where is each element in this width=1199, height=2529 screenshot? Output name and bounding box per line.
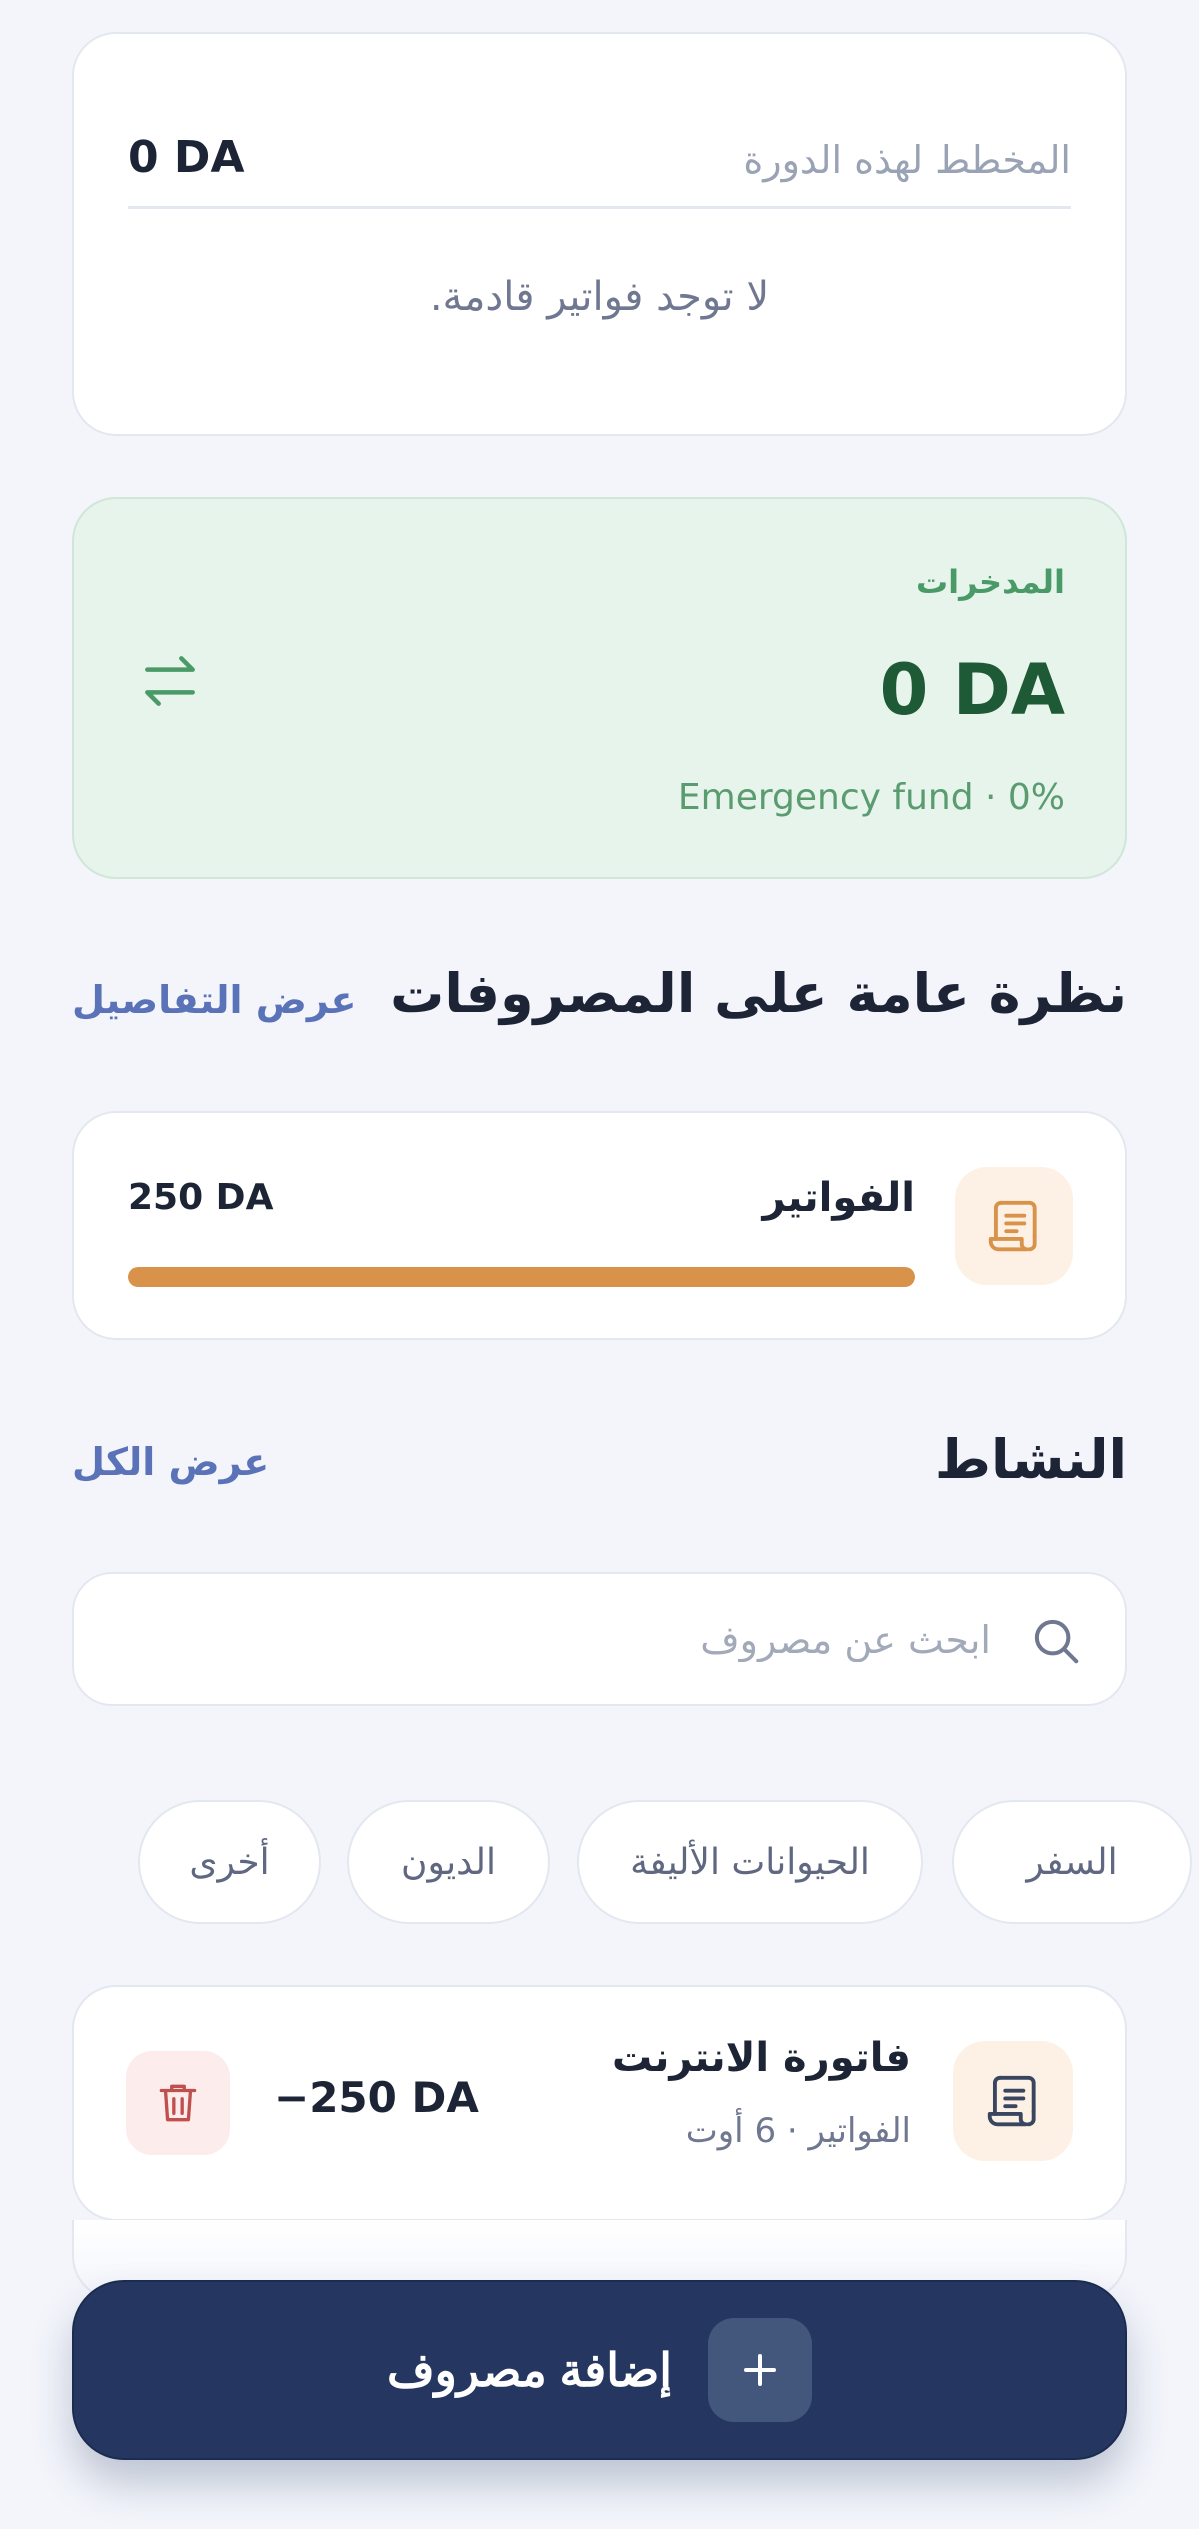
search-input[interactable] bbox=[114, 1604, 991, 1676]
transaction-amount: −250 DA bbox=[274, 2073, 479, 2122]
category-progress-bar bbox=[128, 1267, 915, 1287]
category-icon-box bbox=[955, 1167, 1073, 1285]
category-name: الفواتير bbox=[762, 1175, 915, 1221]
category-amount: 250 DA bbox=[128, 1177, 274, 1218]
transfer-icon[interactable] bbox=[136, 647, 204, 715]
chip-other[interactable]: أخرى bbox=[138, 1800, 321, 1924]
expenses-overview-title: نظرة عامة على المصروفات bbox=[390, 962, 1127, 1025]
transaction-name: فاتورة الانترنت bbox=[612, 2035, 911, 2081]
chip-debts[interactable]: الديون bbox=[347, 1800, 550, 1924]
delete-button[interactable] bbox=[126, 2051, 230, 2155]
view-all-link[interactable]: عرض الكل bbox=[72, 1440, 269, 1484]
divider bbox=[128, 206, 1071, 209]
category-progress-fill bbox=[128, 1267, 915, 1287]
category-bills-card[interactable]: الفواتير 250 DA bbox=[72, 1111, 1127, 1340]
chip-travel[interactable]: السفر bbox=[952, 1800, 1192, 1924]
planned-amount: 0 DA bbox=[128, 132, 245, 183]
transaction-item[interactable]: فاتورة الانترنت الفواتير · 6 أوت −250 DA bbox=[72, 1985, 1127, 2221]
add-expense-button[interactable]: إضافة مصروف bbox=[72, 2280, 1127, 2460]
trash-icon bbox=[159, 2084, 197, 2122]
add-expense-label: إضافة مصروف bbox=[386, 2344, 673, 2396]
plus-icon-box bbox=[708, 2318, 813, 2422]
savings-subtitle: Emergency fund · 0% bbox=[677, 777, 1065, 818]
chip-pets[interactable]: الحيوانات الأليفة bbox=[577, 1800, 923, 1924]
transaction-icon-box bbox=[953, 2041, 1073, 2161]
no-upcoming-bills-text: لا توجد فواتير قادمة. bbox=[429, 274, 770, 320]
planned-card: 0 DA المخطط لهذه الدورة لا توجد فواتير ق… bbox=[72, 32, 1127, 436]
savings-label: المدخرات bbox=[915, 563, 1065, 601]
transaction-meta: الفواتير · 6 أوت bbox=[685, 2111, 911, 2151]
view-details-link[interactable]: عرض التفاصيل bbox=[72, 978, 357, 1022]
planned-label: المخطط لهذه الدورة bbox=[743, 138, 1071, 182]
activity-title: النشاط bbox=[934, 1428, 1127, 1491]
savings-card[interactable]: المدخرات 0 DA Emergency fund · 0% bbox=[72, 497, 1127, 879]
plus-icon bbox=[744, 2354, 777, 2386]
receipt-icon bbox=[987, 2075, 1036, 2127]
search-box[interactable] bbox=[72, 1572, 1127, 1706]
search-icon bbox=[1034, 1619, 1079, 1664]
savings-amount: 0 DA bbox=[879, 649, 1065, 731]
receipt-icon bbox=[988, 1200, 1037, 1252]
